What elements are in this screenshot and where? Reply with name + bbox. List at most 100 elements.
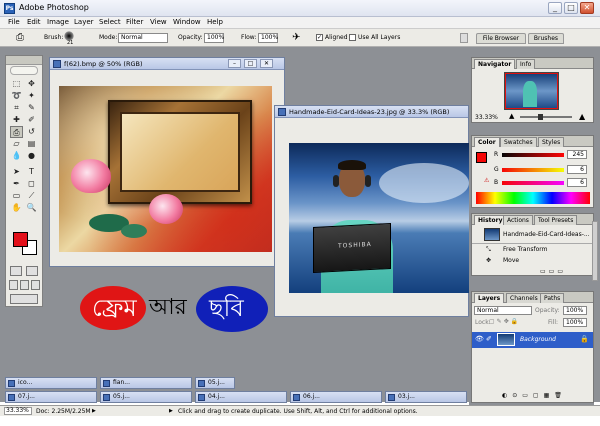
tab-styles[interactable]: Styles <box>538 137 565 147</box>
foreground-color-swatch[interactable] <box>13 232 28 247</box>
color-ramp[interactable] <box>476 192 590 204</box>
document-minimize-button[interactable]: – <box>228 59 241 68</box>
lock-icons[interactable]: ▢✎✥🔒 <box>489 318 520 325</box>
frame-canvas-image[interactable] <box>59 86 272 252</box>
maximize-button[interactable]: □ <box>564 2 578 14</box>
gamut-warning-icon[interactable]: ⚠ <box>484 177 489 184</box>
eyedropper-icon[interactable]: ⟋ <box>25 190 38 202</box>
hand-icon[interactable]: ✋ <box>10 202 23 214</box>
minimize-button[interactable]: _ <box>548 2 562 14</box>
status-menu-arrow-icon[interactable]: ▶ <box>92 407 96 416</box>
portrait-canvas-image[interactable]: TOSHIBA <box>289 143 470 293</box>
type-icon[interactable]: T <box>25 166 38 178</box>
zoom-in-icon[interactable]: ▲ <box>579 112 585 121</box>
minimized-document[interactable]: 07.j... <box>5 391 97 403</box>
menu-edit[interactable]: Edit <box>27 18 41 26</box>
zoom-icon[interactable]: 🔍 <box>25 202 38 214</box>
close-button[interactable]: ✕ <box>580 2 594 14</box>
tab-color[interactable]: Color <box>474 137 500 147</box>
history-snapshot-label[interactable]: Handmade-Eid-Card-Ideas-... <box>503 231 590 238</box>
brush-icon[interactable]: ✐ <box>25 114 38 126</box>
minimized-document[interactable]: 06.j... <box>290 391 382 403</box>
palette-well-icon[interactable] <box>460 33 468 43</box>
path-selection-icon[interactable]: ➤ <box>10 166 23 178</box>
history-step[interactable]: Move <box>503 257 519 264</box>
flow-field[interactable]: 100% <box>258 33 278 43</box>
tab-paths[interactable]: Paths <box>540 293 565 303</box>
clone-stamp-icon[interactable]: ⎙ <box>16 32 24 43</box>
b-slider[interactable] <box>502 181 564 185</box>
tab-actions[interactable]: Actions <box>503 215 533 225</box>
opacity-field[interactable]: 100% <box>204 33 224 43</box>
layers-footer-icons[interactable]: ◐⊙▭▢▦🗑 <box>502 392 592 401</box>
tab-layers[interactable]: Layers <box>474 293 505 303</box>
layer-row-background[interactable]: 👁 ✐ Background 🔒 <box>472 332 593 348</box>
pen-icon[interactable]: ✒ <box>10 178 23 190</box>
visibility-eye-icon[interactable]: 👁 <box>475 335 484 343</box>
zoom-out-icon[interactable]: ▲ <box>509 112 514 120</box>
layer-name[interactable]: Background <box>520 336 556 343</box>
menu-image[interactable]: Image <box>47 18 69 26</box>
history-scrollbar[interactable] <box>592 221 598 281</box>
screen-mode-full-icon[interactable] <box>31 280 40 290</box>
g-slider[interactable] <box>502 168 564 172</box>
layer-opacity-field[interactable]: 100% <box>563 306 587 315</box>
document-maximize-button[interactable]: □ <box>244 59 257 68</box>
menu-layer[interactable]: Layer <box>74 18 94 26</box>
tab-channels[interactable]: Channels <box>506 293 542 303</box>
navigator-thumbnail[interactable] <box>504 72 559 110</box>
history-brush-icon[interactable]: ↺ <box>25 126 38 138</box>
tab-file-browser[interactable]: File Browser <box>476 33 526 44</box>
mode-select[interactable]: Normal <box>118 33 168 43</box>
clone-stamp-tool-icon[interactable]: ⎙ <box>10 126 23 138</box>
tab-navigator[interactable]: Navigator <box>474 59 516 69</box>
menu-help[interactable]: Help <box>207 18 223 26</box>
minimized-document[interactable]: 04.j... <box>195 391 287 403</box>
crop-icon[interactable]: ⌗ <box>10 102 23 114</box>
history-step[interactable]: Free Transform <box>503 246 547 253</box>
move-icon[interactable]: ✥ <box>25 78 38 90</box>
minimized-document[interactable]: ico... <box>5 377 97 389</box>
history-footer-icons[interactable]: ▭▭▭ <box>540 269 590 276</box>
screen-mode-standard-icon[interactable] <box>9 280 18 290</box>
fill-field[interactable]: 100% <box>563 318 587 327</box>
airbrush-icon[interactable]: ✈ <box>292 32 300 43</box>
tab-info[interactable]: Info <box>516 59 536 69</box>
aligned-checkbox[interactable]: ✓ <box>316 34 323 41</box>
quick-mask-icon[interactable] <box>26 266 38 276</box>
menu-window[interactable]: Window <box>173 18 201 26</box>
minimized-document[interactable]: 05.j... <box>195 377 235 389</box>
tab-brushes[interactable]: Brushes <box>528 33 564 44</box>
document-titlebar[interactable]: Handmade-Eid-Card-Ideas-23.jpg @ 33.3% (… <box>275 106 468 118</box>
menu-filter[interactable]: Filter <box>126 18 143 26</box>
r-value-field[interactable]: 245 <box>567 150 587 159</box>
jump-to-imageready-icon[interactable] <box>10 294 38 304</box>
brush-link-icon[interactable]: ✐ <box>486 335 492 343</box>
menu-file[interactable]: File <box>8 18 20 26</box>
document-close-button[interactable]: ✕ <box>260 59 273 68</box>
screen-mode-full-menu-icon[interactable] <box>20 280 29 290</box>
g-value-field[interactable]: 6 <box>567 165 587 174</box>
tab-tool-presets[interactable]: Tool Presets <box>534 215 578 225</box>
r-slider[interactable] <box>502 153 564 157</box>
zoom-slider-thumb[interactable] <box>538 114 543 120</box>
healing-brush-icon[interactable]: ✚ <box>10 114 23 126</box>
snapshot-thumbnail[interactable] <box>484 228 500 241</box>
status-zoom-field[interactable]: 33.33% <box>4 407 32 415</box>
gradient-icon[interactable]: ▤ <box>25 138 38 150</box>
blend-mode-select[interactable]: Normal <box>474 306 532 315</box>
zoom-slider[interactable] <box>520 116 572 118</box>
minimized-document[interactable]: fian... <box>100 377 192 389</box>
tab-swatches[interactable]: Swatches <box>500 137 537 147</box>
tab-history[interactable]: History <box>474 215 507 225</box>
shape-icon[interactable]: ◻ <box>25 178 38 190</box>
standard-mode-icon[interactable] <box>10 266 22 276</box>
marquee-icon[interactable]: ⬚ <box>10 78 23 90</box>
minimized-document[interactable]: 05.j... <box>100 391 192 403</box>
photoshop-feather-icon[interactable] <box>10 66 38 75</box>
blur-icon[interactable]: 💧 <box>10 150 23 162</box>
notes-icon[interactable]: ▭ <box>10 190 23 202</box>
slice-icon[interactable]: ✎ <box>25 102 38 114</box>
color-fg-swatch[interactable] <box>476 152 487 163</box>
document-titlebar[interactable]: f(62).bmp @ 50% (RGB) – □ ✕ <box>50 58 284 70</box>
